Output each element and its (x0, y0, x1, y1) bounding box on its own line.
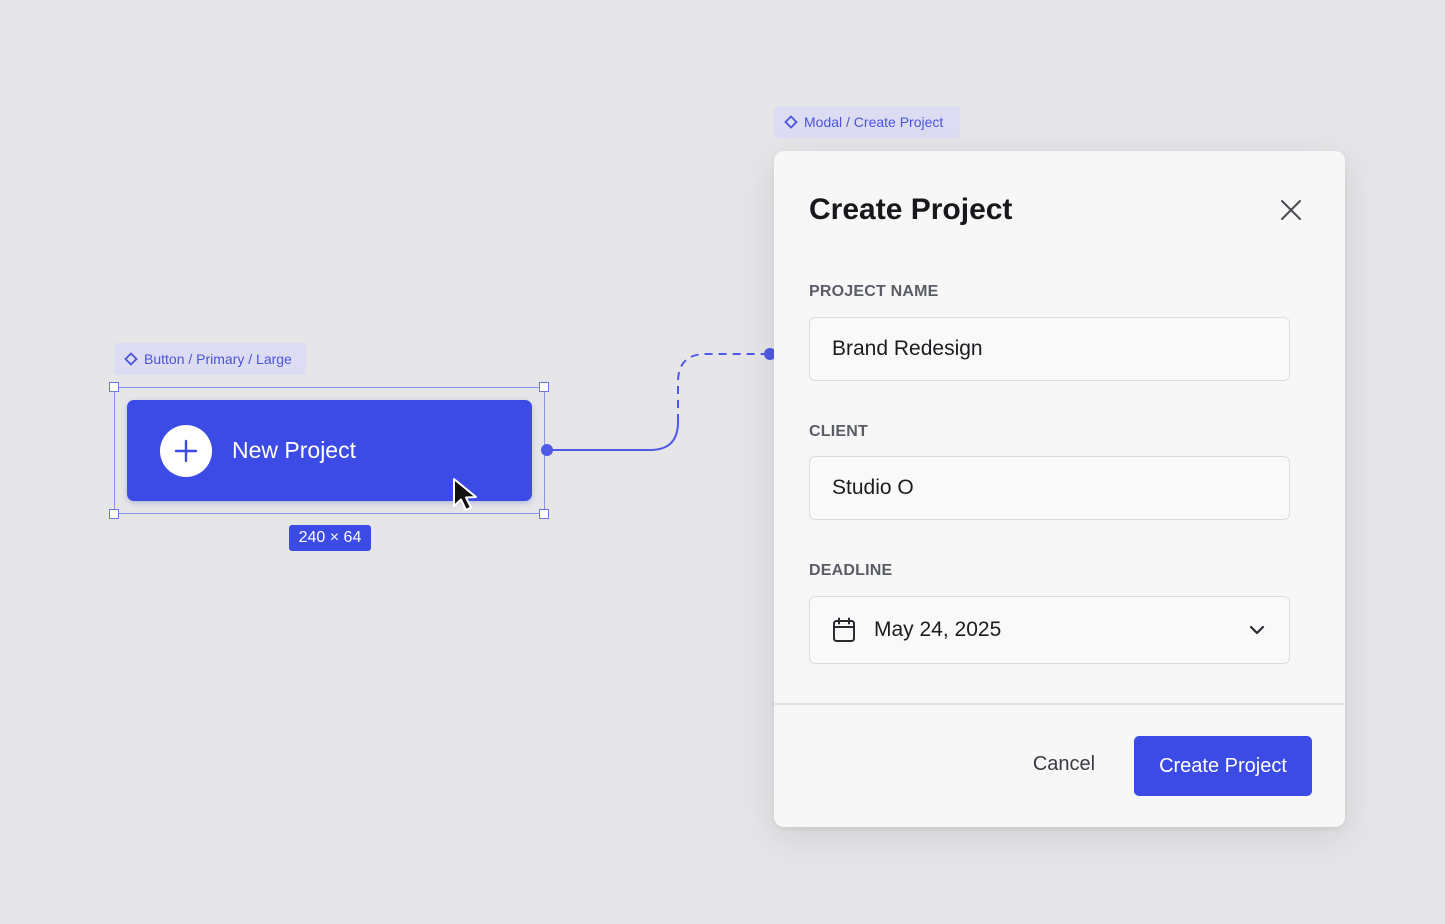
project-name-label: PROJECT NAME (809, 283, 939, 300)
deadline-label: DEADLINE (809, 562, 893, 579)
modal-title: Create Project (809, 193, 1013, 226)
connector-start-dot[interactable] (541, 444, 553, 456)
create-project-modal: Create Project PROJECT NAME CLIENT DEADL… (774, 151, 1345, 827)
footer-divider (774, 703, 1345, 705)
client-field-wrapper (809, 456, 1290, 520)
cancel-button[interactable]: Cancel (1020, 739, 1108, 789)
deadline-value: May 24, 2025 (874, 618, 1002, 641)
project-name-input[interactable] (810, 317, 1289, 381)
modal-component-tag-label: Modal / Create Project (804, 114, 944, 130)
component-diamond-icon (784, 115, 798, 129)
modal-component-tag[interactable]: Modal / Create Project (774, 106, 960, 138)
calendar-icon (832, 617, 856, 643)
close-icon[interactable] (1276, 195, 1306, 225)
create-project-button[interactable]: Create Project (1134, 736, 1312, 796)
client-label: CLIENT (809, 423, 868, 440)
client-input[interactable] (810, 456, 1289, 520)
chevron-down-icon (1249, 625, 1265, 635)
project-name-field-wrapper (809, 317, 1290, 381)
deadline-select[interactable]: May 24, 2025 (809, 596, 1290, 664)
